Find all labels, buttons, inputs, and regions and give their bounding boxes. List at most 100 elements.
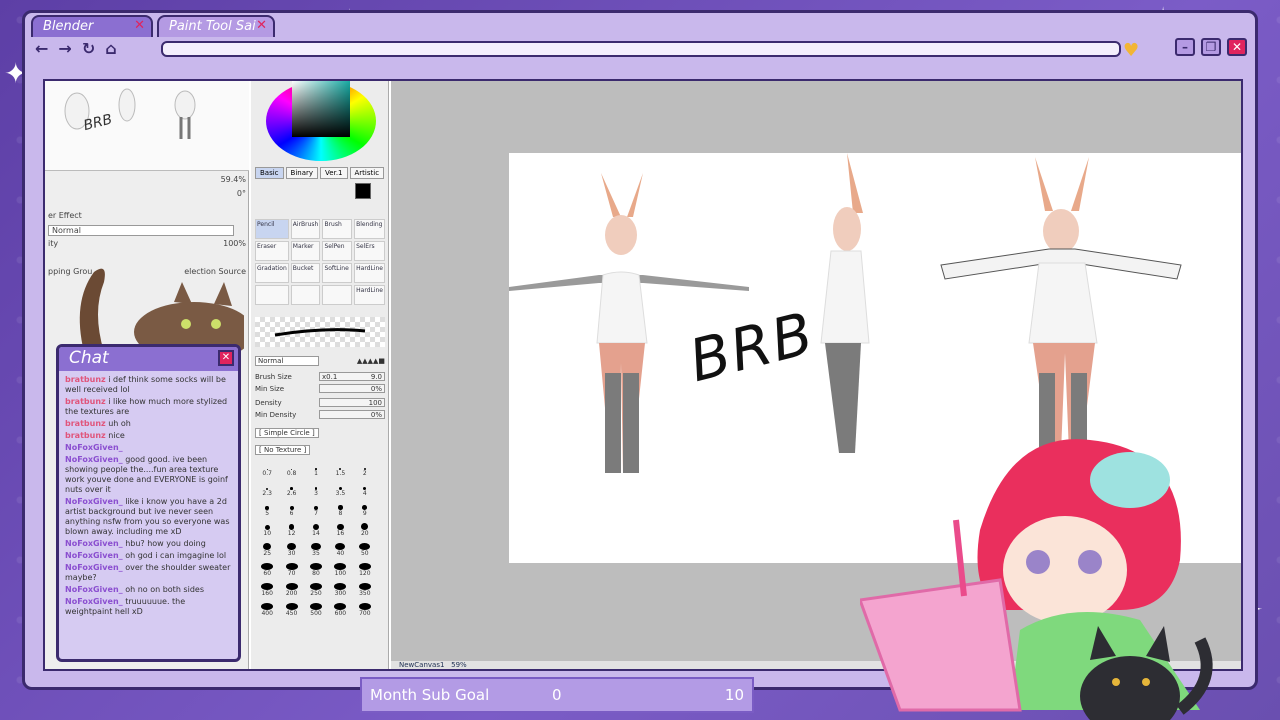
color-swatch[interactable] xyxy=(355,183,371,199)
brush-size-cell[interactable]: 12 xyxy=(279,523,303,537)
tab-paint-tool-sai[interactable]: Paint Tool Sai ✕ xyxy=(157,15,275,37)
brush-size-cell[interactable]: 300 xyxy=(328,583,352,597)
brush-shape-icons[interactable]: ▲▲▲▲■ xyxy=(357,357,385,365)
close-window-icon[interactable]: ✕ xyxy=(1227,38,1247,56)
close-icon[interactable]: ✕ xyxy=(218,350,234,366)
texture-select[interactable]: [ No Texture ] xyxy=(255,444,385,455)
brush-mode-select[interactable]: Normal ▲▲▲▲■ xyxy=(255,355,385,366)
chat-username[interactable]: NoFoxGiven_ xyxy=(65,455,123,464)
brush-size-cell[interactable]: 160 xyxy=(255,583,279,597)
tool-selers[interactable]: SelErs xyxy=(354,241,385,261)
brush-size-cell[interactable]: 400 xyxy=(255,603,279,617)
brush-size-cell[interactable]: 450 xyxy=(279,603,303,617)
home-icon[interactable]: ⌂ xyxy=(105,39,116,58)
minimize-icon[interactable]: – xyxy=(1175,38,1195,56)
brush-size-cell[interactable]: 16 xyxy=(328,523,352,537)
chat-username[interactable]: NoFoxGiven_ xyxy=(65,551,123,560)
min-size-slider[interactable]: 0% xyxy=(319,384,385,393)
back-arrow-icon[interactable]: ← xyxy=(35,39,48,58)
brush-size-cell[interactable]: 2.3 xyxy=(255,483,279,497)
brush-size-cell[interactable]: 20 xyxy=(353,523,377,537)
brush-size-cell[interactable]: 5 xyxy=(255,503,279,517)
close-icon[interactable]: ✕ xyxy=(134,18,145,33)
density-row[interactable]: Density 100 xyxy=(255,397,385,408)
brush-size-cell[interactable]: 700 xyxy=(353,603,377,617)
brush-size-slider[interactable]: x0.1 9.0 xyxy=(319,372,385,381)
shape-select[interactable]: [ Simple Circle ] xyxy=(255,427,385,438)
tool-marker[interactable]: Marker xyxy=(290,241,321,261)
min-density-slider[interactable]: 0% xyxy=(319,410,385,419)
maximize-icon[interactable]: ❐ xyxy=(1201,38,1221,56)
forward-arrow-icon[interactable]: → xyxy=(58,39,71,58)
brush-size-cell[interactable]: 70 xyxy=(279,563,303,577)
tool-pencil[interactable]: Pencil xyxy=(255,219,289,239)
brush-size-cell[interactable]: 8 xyxy=(328,503,352,517)
chat-username[interactable]: bratbunz xyxy=(65,419,106,428)
tool-empty[interactable] xyxy=(290,285,321,305)
tab-binary[interactable]: Binary xyxy=(285,167,319,179)
brush-size-cell[interactable]: 0.8 xyxy=(279,463,303,477)
color-square[interactable] xyxy=(292,81,350,137)
brush-size-row[interactable]: Brush Size x0.1 9.0 xyxy=(255,371,385,382)
reload-icon[interactable]: ↻ xyxy=(82,39,95,58)
density-slider[interactable]: 100 xyxy=(319,398,385,407)
tool-eraser[interactable]: Eraser xyxy=(255,241,289,261)
url-bar[interactable] xyxy=(161,41,1121,57)
tool-softline[interactable]: SoftLine xyxy=(322,263,353,283)
tool-blending[interactable]: Blending xyxy=(354,219,385,239)
brush-size-cell[interactable]: 35 xyxy=(304,543,328,557)
brush-size-cell[interactable]: 9 xyxy=(353,503,377,517)
zoom-row[interactable]: 59.4% xyxy=(45,173,249,185)
opacity-row[interactable]: ity 100% xyxy=(45,237,249,249)
brush-size-cell[interactable]: 10 xyxy=(255,523,279,537)
brush-size-cell[interactable]: 1.5 xyxy=(328,463,352,477)
tool-empty[interactable] xyxy=(255,285,289,305)
brush-size-cell[interactable]: 200 xyxy=(279,583,303,597)
brush-size-cell[interactable]: 7 xyxy=(304,503,328,517)
canvas-name[interactable]: NewCanvas1 xyxy=(399,661,444,669)
tool-hardline[interactable]: HardLine xyxy=(354,263,385,283)
tool-empty[interactable] xyxy=(322,285,353,305)
brush-size-cell[interactable]: 500 xyxy=(304,603,328,617)
brush-size-cell[interactable]: 50 xyxy=(353,543,377,557)
chat-username[interactable]: bratbunz xyxy=(65,431,106,440)
min-density-row[interactable]: Min Density 0% xyxy=(255,409,385,420)
navigator-thumbnail[interactable]: BRB xyxy=(45,81,249,171)
brush-size-cell[interactable]: 2 xyxy=(353,463,377,477)
min-size-row[interactable]: Min Size 0% xyxy=(255,383,385,394)
brush-size-cell[interactable]: 3 xyxy=(304,483,328,497)
brush-size-cell[interactable]: 14 xyxy=(304,523,328,537)
brush-size-cell[interactable]: 0.7 xyxy=(255,463,279,477)
brush-size-cell[interactable]: 2.6 xyxy=(279,483,303,497)
brush-size-cell[interactable]: 600 xyxy=(328,603,352,617)
brush-size-cell[interactable]: 120 xyxy=(353,563,377,577)
tab-artistic[interactable]: Artistic xyxy=(349,167,385,179)
chat-username[interactable]: NoFoxGiven_ xyxy=(65,597,123,606)
brush-size-cell[interactable]: 100 xyxy=(328,563,352,577)
chat-username[interactable]: NoFoxGiven_ xyxy=(65,497,123,506)
tool-brush[interactable]: Brush xyxy=(322,219,353,239)
tool-gradation[interactable]: Gradation xyxy=(255,263,289,283)
brush-size-cell[interactable]: 4 xyxy=(353,483,377,497)
brush-size-cell[interactable]: 3.5 xyxy=(328,483,352,497)
heart-icon[interactable]: ♥ xyxy=(1123,40,1139,61)
brush-size-cell[interactable]: 40 xyxy=(328,543,352,557)
brush-size-cell[interactable]: 1 xyxy=(304,463,328,477)
blend-mode-select[interactable]: Normal xyxy=(45,224,249,236)
tab-blender[interactable]: Blender ✕ xyxy=(31,15,153,37)
tab-ver1[interactable]: Ver.1 xyxy=(320,167,348,179)
brush-size-cell[interactable]: 6 xyxy=(279,503,303,517)
chat-username[interactable]: bratbunz xyxy=(65,397,106,406)
brush-size-cell[interactable]: 350 xyxy=(353,583,377,597)
tab-basic[interactable]: Basic xyxy=(255,167,284,179)
tool-airbrush[interactable]: AirBrush xyxy=(290,219,321,239)
angle-row[interactable]: 0° xyxy=(45,187,249,199)
chat-username[interactable]: NoFoxGiven_ xyxy=(65,585,123,594)
tool-bucket[interactable]: Bucket xyxy=(290,263,321,283)
chat-username[interactable]: NoFoxGiven_ xyxy=(65,443,123,452)
brush-size-cell[interactable]: 25 xyxy=(255,543,279,557)
chat-username[interactable]: NoFoxGiven_ xyxy=(65,563,123,572)
close-icon[interactable]: ✕ xyxy=(256,18,267,33)
tool-hardline[interactable]: HardLine xyxy=(354,285,385,305)
chat-username[interactable]: NoFoxGiven_ xyxy=(65,539,123,548)
